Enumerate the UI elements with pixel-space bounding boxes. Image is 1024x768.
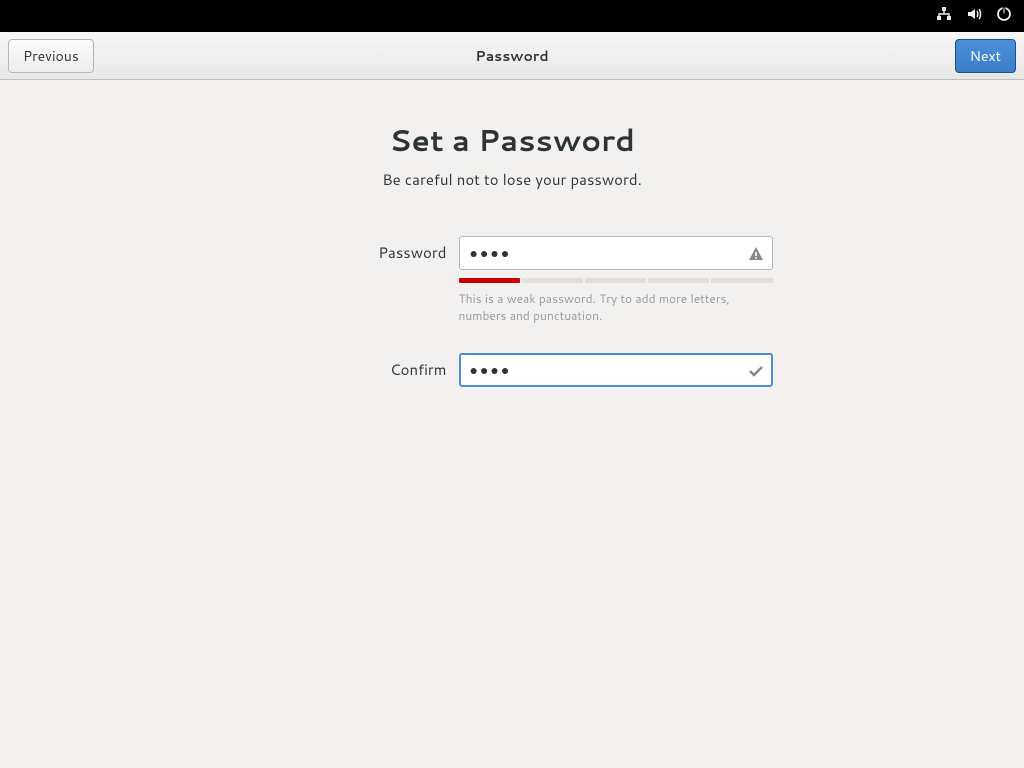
next-button[interactable]: Next <box>955 39 1016 73</box>
strength-hint: This is a weak password. Try to add more… <box>459 291 773 325</box>
page-subtitle: Be careful not to lose your password. <box>382 169 642 190</box>
top-panel <box>0 0 1024 32</box>
strength-segment <box>522 278 583 283</box>
confirm-input-wrap <box>459 353 773 387</box>
network-icon[interactable] <box>936 5 952 28</box>
previous-button[interactable]: Previous <box>8 39 94 73</box>
strength-segment <box>585 278 646 283</box>
content-area: Set a Password Be careful not to lose yo… <box>0 80 1024 387</box>
strength-segment <box>648 278 709 283</box>
password-form: Password This is a weak password. Try to… <box>252 236 773 387</box>
password-input-wrap <box>459 236 773 270</box>
strength-meter <box>459 278 773 283</box>
header-title: Password <box>475 46 548 66</box>
confirm-input[interactable] <box>459 353 773 387</box>
confirm-label: Confirm <box>252 353 447 387</box>
strength-segment <box>459 278 520 283</box>
strength-segment <box>711 278 772 283</box>
warning-icon <box>748 245 764 261</box>
header-bar: Previous Password Next <box>0 32 1024 80</box>
page-title: Set a Password <box>389 118 635 161</box>
power-icon[interactable] <box>996 5 1012 28</box>
password-input[interactable] <box>459 236 773 270</box>
password-label: Password <box>252 236 447 270</box>
check-icon <box>748 362 764 378</box>
volume-icon[interactable] <box>966 5 982 28</box>
